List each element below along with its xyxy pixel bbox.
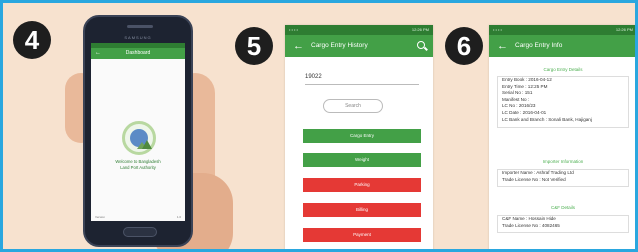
cargo-entry-info-screen: • • • • 12:26 PM ← Cargo Entry Info Carg… <box>489 25 635 249</box>
cargo-details-card: Entry Book : 2016-04-12 Entry Time : 12:… <box>497 76 629 128</box>
welcome-line-2: Land Port Authority <box>120 165 156 170</box>
screen-title: Cargo Entry History <box>311 42 368 49</box>
footer-right: 1.0 <box>176 215 181 219</box>
detail-row: Trade License No : Not Verified <box>502 176 566 182</box>
search-icon[interactable] <box>417 41 425 49</box>
signal-indicator: • • • • <box>493 27 502 32</box>
detail-row: Manifest No : <box>502 96 530 102</box>
tutorial-frame: 4 SAMSUNG ← Dashboard Welcome to Banglad… <box>0 0 638 252</box>
status-time: 12:26 PM <box>615 27 633 32</box>
signal-indicator: • • • • <box>289 27 298 32</box>
status-time: 12:26 PM <box>411 27 429 32</box>
cnf-card: C&F Name : Hossain Hide Trade License No… <box>497 215 629 233</box>
app-bar: ← Cargo Entry Info <box>489 35 635 57</box>
screen-title: Cargo Entry Info <box>515 42 563 49</box>
app-footer: Version 1.0 <box>95 215 181 219</box>
section-cargo-entry-details: Cargo Entry Details <box>543 67 583 72</box>
section-cnf-details: C&F Details <box>550 205 575 210</box>
app-bar: ← Cargo Entry History <box>285 35 433 57</box>
logo-sky <box>130 129 152 149</box>
phone-screen: ← Dashboard Welcome to Bangladesh Land P… <box>91 43 185 221</box>
step-5-badge: 5 <box>235 27 273 65</box>
detail-row: LC No : 2016/23 <box>502 103 536 109</box>
weight-button[interactable]: Weight <box>303 153 421 167</box>
detail-row: Entry Time : 12:25 PM <box>502 83 548 89</box>
payment-button[interactable]: Payment <box>303 228 421 242</box>
step-4-badge: 4 <box>13 21 51 59</box>
welcome-text: Welcome to Bangladesh Land Port Authorit… <box>95 159 181 171</box>
detail-row: Entry Book : 2016-04-12 <box>502 77 552 82</box>
status-bar: • • • • 12:26 PM <box>285 25 433 35</box>
detail-row: Trade License No : 4082465 <box>502 222 560 228</box>
status-bar: • • • • 12:26 PM <box>489 25 635 35</box>
detail-row: Serial No : 151 <box>502 90 533 96</box>
smartphone: SAMSUNG ← Dashboard Welcome to Banglades… <box>83 15 193 247</box>
cargo-entry-history-screen: • • • • 12:26 PM ← Cargo Entry History 1… <box>285 25 433 249</box>
app-bar: ← Dashboard <box>91 48 185 59</box>
step-6-badge: 6 <box>445 27 483 65</box>
parking-button[interactable]: Parking <box>303 178 421 192</box>
detail-row: C&F Name : Hossain Hide <box>502 216 556 221</box>
detail-row: LC Bank and Branch : Sonali Bank, Hajiga… <box>502 116 592 122</box>
billing-button[interactable]: Billing <box>303 203 421 217</box>
detail-row: LC Date : 2016-04-01 <box>502 109 547 115</box>
home-button[interactable] <box>123 227 157 237</box>
detail-row: Importer Name : Ashraf Trading Ltd <box>502 170 574 175</box>
section-importer-information: Importer Information <box>542 159 584 164</box>
search-button[interactable]: Search <box>323 99 383 113</box>
back-arrow-icon[interactable]: ← <box>497 39 508 53</box>
screen-title: Dashboard <box>125 50 151 56</box>
phone-speaker <box>127 25 153 28</box>
importer-card: Importer Name : Ashraf Trading Ltd Trade… <box>497 169 629 187</box>
footer-left: Version <box>95 215 106 219</box>
phone-brand: SAMSUNG <box>124 35 152 40</box>
back-arrow-icon[interactable]: ← <box>293 39 304 53</box>
cargo-entry-button[interactable]: Cargo Entry <box>303 129 421 143</box>
logo-hill-right <box>142 140 152 149</box>
authority-logo-icon <box>122 121 156 155</box>
entry-number-input[interactable]: 19022 <box>305 69 419 85</box>
